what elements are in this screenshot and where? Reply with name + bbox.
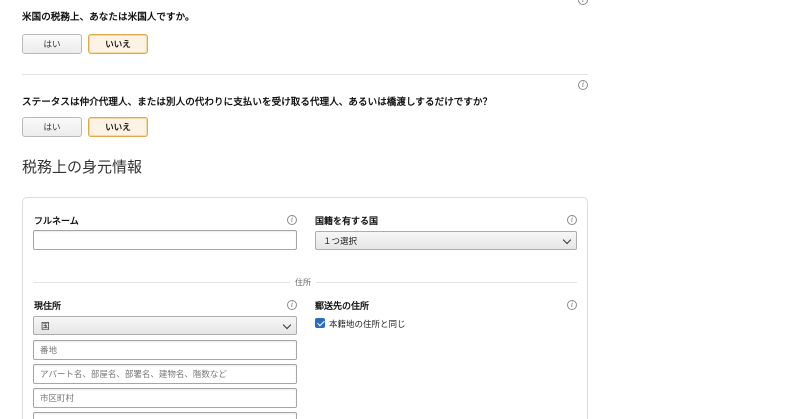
info-icon[interactable]: i bbox=[287, 215, 297, 225]
full-name-label: フルネーム bbox=[34, 217, 79, 227]
question-us-person: 米国の税務上、あなたは米国人ですか。 bbox=[22, 12, 195, 23]
current-address-label: 現住所 bbox=[34, 302, 62, 312]
info-icon[interactable]: i bbox=[578, 80, 588, 90]
address-divider-label: 住所 bbox=[290, 277, 316, 288]
chevron-down-icon bbox=[282, 320, 292, 330]
country-select-value: 国 bbox=[41, 321, 50, 332]
info-icon[interactable]: i bbox=[287, 300, 297, 310]
apartment-input[interactable]: アパート名、部屋名、部署名、建物名、階数など bbox=[33, 364, 297, 384]
q1-yes-button[interactable]: はい bbox=[22, 34, 82, 54]
city-input[interactable]: 市区町村 bbox=[33, 388, 297, 408]
divider bbox=[22, 74, 588, 75]
info-icon[interactable]: i bbox=[567, 215, 577, 225]
question-intermediary-agent: ステータスは仲介代理人、または別人の代わりに支払いを受け取る代理人、あるいは橋渡… bbox=[22, 97, 493, 108]
q2-yes-button[interactable]: はい bbox=[22, 117, 82, 137]
country-select[interactable]: 国 bbox=[33, 316, 297, 335]
info-icon[interactable]: i bbox=[567, 300, 577, 310]
nationality-label: 国籍を有する国 bbox=[315, 217, 379, 227]
chevron-down-icon bbox=[562, 235, 572, 245]
section-title: 税務上の身元情報 bbox=[22, 158, 143, 176]
street-input[interactable]: 番地 bbox=[33, 340, 297, 360]
nationality-select[interactable]: １つ選択 bbox=[315, 231, 577, 250]
same-as-permanent-checkbox[interactable] bbox=[315, 318, 325, 328]
same-as-permanent-label[interactable]: 本籍地の住所と同じ bbox=[329, 318, 406, 330]
nationality-select-value: １つ選択 bbox=[323, 236, 358, 247]
full-name-input[interactable] bbox=[33, 230, 297, 250]
q2-no-button[interactable]: いいえ bbox=[88, 117, 148, 137]
mailing-address-label: 郵送先の住所 bbox=[315, 302, 370, 312]
info-icon[interactable]: i bbox=[578, 0, 588, 5]
next-address-input[interactable] bbox=[33, 412, 297, 419]
q1-no-button[interactable]: いいえ bbox=[88, 34, 148, 54]
